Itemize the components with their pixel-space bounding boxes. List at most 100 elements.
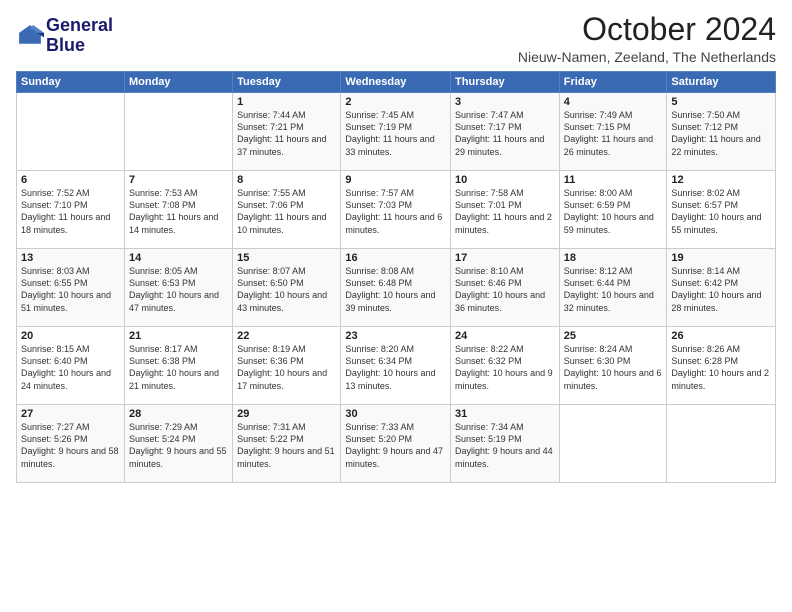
day-number: 7 xyxy=(129,174,228,186)
day-cell: 4Sunrise: 7:49 AM Sunset: 7:15 PM Daylig… xyxy=(559,93,667,171)
logo-line2: Blue xyxy=(46,36,113,56)
day-number: 20 xyxy=(21,330,120,342)
day-info: Sunrise: 8:02 AM Sunset: 6:57 PM Dayligh… xyxy=(671,187,771,236)
day-info: Sunrise: 7:44 AM Sunset: 7:21 PM Dayligh… xyxy=(237,109,336,158)
day-cell: 12Sunrise: 8:02 AM Sunset: 6:57 PM Dayli… xyxy=(667,171,776,249)
day-number: 6 xyxy=(21,174,120,186)
weekday-header-monday: Monday xyxy=(124,72,232,93)
logo-icon xyxy=(16,22,44,50)
day-number: 25 xyxy=(564,330,663,342)
day-number: 12 xyxy=(671,174,771,186)
weekday-header-sunday: Sunday xyxy=(17,72,125,93)
weekday-header-saturday: Saturday xyxy=(667,72,776,93)
day-number: 5 xyxy=(671,96,771,108)
day-info: Sunrise: 8:17 AM Sunset: 6:38 PM Dayligh… xyxy=(129,343,228,392)
day-cell: 23Sunrise: 8:20 AM Sunset: 6:34 PM Dayli… xyxy=(341,327,451,405)
day-info: Sunrise: 8:07 AM Sunset: 6:50 PM Dayligh… xyxy=(237,265,336,314)
header: General Blue October 2024 Nieuw-Namen, Z… xyxy=(16,12,776,65)
day-info: Sunrise: 7:31 AM Sunset: 5:22 PM Dayligh… xyxy=(237,421,336,470)
day-info: Sunrise: 7:57 AM Sunset: 7:03 PM Dayligh… xyxy=(345,187,446,236)
day-info: Sunrise: 7:52 AM Sunset: 7:10 PM Dayligh… xyxy=(21,187,120,236)
week-row-4: 20Sunrise: 8:15 AM Sunset: 6:40 PM Dayli… xyxy=(17,327,776,405)
day-number: 16 xyxy=(345,252,446,264)
day-number: 27 xyxy=(21,408,120,420)
day-cell: 3Sunrise: 7:47 AM Sunset: 7:17 PM Daylig… xyxy=(451,93,560,171)
day-info: Sunrise: 8:15 AM Sunset: 6:40 PM Dayligh… xyxy=(21,343,120,392)
day-cell xyxy=(667,405,776,483)
day-info: Sunrise: 7:29 AM Sunset: 5:24 PM Dayligh… xyxy=(129,421,228,470)
weekday-header-tuesday: Tuesday xyxy=(233,72,341,93)
day-number: 28 xyxy=(129,408,228,420)
day-info: Sunrise: 7:45 AM Sunset: 7:19 PM Dayligh… xyxy=(345,109,446,158)
day-number: 18 xyxy=(564,252,663,264)
day-cell: 21Sunrise: 8:17 AM Sunset: 6:38 PM Dayli… xyxy=(124,327,232,405)
day-cell: 29Sunrise: 7:31 AM Sunset: 5:22 PM Dayli… xyxy=(233,405,341,483)
day-cell: 24Sunrise: 8:22 AM Sunset: 6:32 PM Dayli… xyxy=(451,327,560,405)
day-cell: 7Sunrise: 7:53 AM Sunset: 7:08 PM Daylig… xyxy=(124,171,232,249)
day-cell: 8Sunrise: 7:55 AM Sunset: 7:06 PM Daylig… xyxy=(233,171,341,249)
day-info: Sunrise: 8:14 AM Sunset: 6:42 PM Dayligh… xyxy=(671,265,771,314)
day-cell: 1Sunrise: 7:44 AM Sunset: 7:21 PM Daylig… xyxy=(233,93,341,171)
day-number: 15 xyxy=(237,252,336,264)
day-cell: 9Sunrise: 7:57 AM Sunset: 7:03 PM Daylig… xyxy=(341,171,451,249)
day-cell: 26Sunrise: 8:26 AM Sunset: 6:28 PM Dayli… xyxy=(667,327,776,405)
day-info: Sunrise: 8:05 AM Sunset: 6:53 PM Dayligh… xyxy=(129,265,228,314)
day-cell: 16Sunrise: 8:08 AM Sunset: 6:48 PM Dayli… xyxy=(341,249,451,327)
day-info: Sunrise: 7:27 AM Sunset: 5:26 PM Dayligh… xyxy=(21,421,120,470)
day-cell: 5Sunrise: 7:50 AM Sunset: 7:12 PM Daylig… xyxy=(667,93,776,171)
day-info: Sunrise: 7:50 AM Sunset: 7:12 PM Dayligh… xyxy=(671,109,771,158)
day-cell: 22Sunrise: 8:19 AM Sunset: 6:36 PM Dayli… xyxy=(233,327,341,405)
day-number: 11 xyxy=(564,174,663,186)
logo-line1: General xyxy=(46,16,113,36)
weekday-header-wednesday: Wednesday xyxy=(341,72,451,93)
day-number: 31 xyxy=(455,408,555,420)
day-cell: 19Sunrise: 8:14 AM Sunset: 6:42 PM Dayli… xyxy=(667,249,776,327)
week-row-2: 6Sunrise: 7:52 AM Sunset: 7:10 PM Daylig… xyxy=(17,171,776,249)
week-row-1: 1Sunrise: 7:44 AM Sunset: 7:21 PM Daylig… xyxy=(17,93,776,171)
day-number: 22 xyxy=(237,330,336,342)
day-number: 24 xyxy=(455,330,555,342)
day-cell: 6Sunrise: 7:52 AM Sunset: 7:10 PM Daylig… xyxy=(17,171,125,249)
day-cell xyxy=(124,93,232,171)
day-info: Sunrise: 7:47 AM Sunset: 7:17 PM Dayligh… xyxy=(455,109,555,158)
logo: General Blue xyxy=(16,16,113,56)
day-info: Sunrise: 8:10 AM Sunset: 6:46 PM Dayligh… xyxy=(455,265,555,314)
title-area: October 2024 Nieuw-Namen, Zeeland, The N… xyxy=(518,12,776,65)
day-info: Sunrise: 8:26 AM Sunset: 6:28 PM Dayligh… xyxy=(671,343,771,392)
day-number: 29 xyxy=(237,408,336,420)
day-number: 9 xyxy=(345,174,446,186)
day-number: 2 xyxy=(345,96,446,108)
day-cell: 2Sunrise: 7:45 AM Sunset: 7:19 PM Daylig… xyxy=(341,93,451,171)
weekday-header-thursday: Thursday xyxy=(451,72,560,93)
day-info: Sunrise: 7:55 AM Sunset: 7:06 PM Dayligh… xyxy=(237,187,336,236)
day-number: 21 xyxy=(129,330,228,342)
day-cell: 30Sunrise: 7:33 AM Sunset: 5:20 PM Dayli… xyxy=(341,405,451,483)
day-number: 23 xyxy=(345,330,446,342)
day-number: 1 xyxy=(237,96,336,108)
day-info: Sunrise: 8:24 AM Sunset: 6:30 PM Dayligh… xyxy=(564,343,663,392)
day-cell: 17Sunrise: 8:10 AM Sunset: 6:46 PM Dayli… xyxy=(451,249,560,327)
day-info: Sunrise: 7:49 AM Sunset: 7:15 PM Dayligh… xyxy=(564,109,663,158)
page: General Blue October 2024 Nieuw-Namen, Z… xyxy=(0,0,792,612)
day-cell: 20Sunrise: 8:15 AM Sunset: 6:40 PM Dayli… xyxy=(17,327,125,405)
day-cell: 15Sunrise: 8:07 AM Sunset: 6:50 PM Dayli… xyxy=(233,249,341,327)
day-cell: 28Sunrise: 7:29 AM Sunset: 5:24 PM Dayli… xyxy=(124,405,232,483)
day-info: Sunrise: 8:19 AM Sunset: 6:36 PM Dayligh… xyxy=(237,343,336,392)
day-cell xyxy=(17,93,125,171)
week-row-3: 13Sunrise: 8:03 AM Sunset: 6:55 PM Dayli… xyxy=(17,249,776,327)
day-info: Sunrise: 8:08 AM Sunset: 6:48 PM Dayligh… xyxy=(345,265,446,314)
day-info: Sunrise: 7:34 AM Sunset: 5:19 PM Dayligh… xyxy=(455,421,555,470)
day-cell: 18Sunrise: 8:12 AM Sunset: 6:44 PM Dayli… xyxy=(559,249,667,327)
day-info: Sunrise: 8:03 AM Sunset: 6:55 PM Dayligh… xyxy=(21,265,120,314)
day-number: 3 xyxy=(455,96,555,108)
day-number: 13 xyxy=(21,252,120,264)
weekday-header-friday: Friday xyxy=(559,72,667,93)
day-number: 17 xyxy=(455,252,555,264)
day-number: 8 xyxy=(237,174,336,186)
day-info: Sunrise: 8:12 AM Sunset: 6:44 PM Dayligh… xyxy=(564,265,663,314)
subtitle: Nieuw-Namen, Zeeland, The Netherlands xyxy=(518,49,776,65)
day-cell: 27Sunrise: 7:27 AM Sunset: 5:26 PM Dayli… xyxy=(17,405,125,483)
main-title: October 2024 xyxy=(518,12,776,47)
weekday-header-row: SundayMondayTuesdayWednesdayThursdayFrid… xyxy=(17,72,776,93)
day-number: 4 xyxy=(564,96,663,108)
